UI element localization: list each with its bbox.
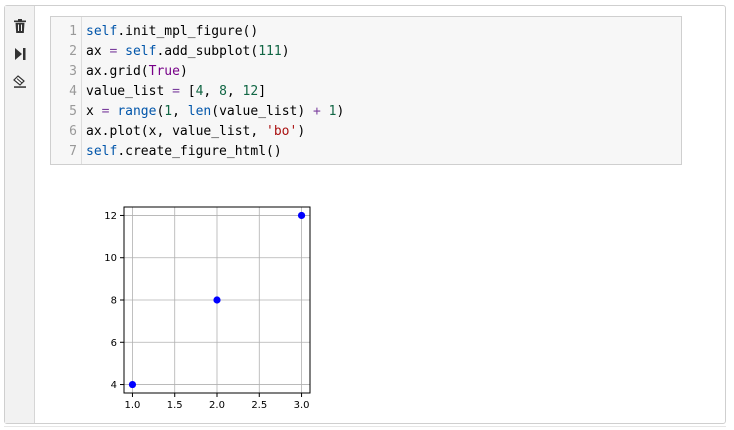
code-token: ) (297, 124, 306, 139)
code-token: len (187, 104, 212, 119)
code-text[interactable]: ax.plot(x, value_list, 'bo') (86, 122, 305, 142)
output-area: 1.0 1.5 2.0 2.5 3.0 4 6 8 10 12 (50, 184, 350, 414)
code-text[interactable]: ax = self.add_subplot(111) (86, 42, 290, 62)
code-token: ] (258, 84, 267, 99)
line-number: 7 (69, 144, 77, 159)
code-token: , (172, 104, 188, 119)
code-token: self (86, 24, 118, 39)
code-token: True (148, 64, 180, 79)
x-tick-label: 3.0 (294, 400, 310, 411)
data-point (297, 211, 306, 220)
code-line[interactable]: 2 ax = self.add_subplot(111) (51, 42, 681, 62)
code-token: + (313, 104, 321, 119)
y-tick-label: 10 (104, 253, 117, 264)
code-token: self (125, 44, 157, 59)
y-tick-label: 12 (104, 211, 117, 222)
code-token: 111 (258, 44, 282, 59)
data-point (213, 296, 221, 304)
code-token: x (86, 104, 102, 119)
code-line[interactable]: 7 self.create_figure_html() (51, 142, 681, 162)
notebook-cell[interactable]: 1 self.init_mpl_figure() 2 ax = self.add_su… (4, 5, 726, 424)
code-text[interactable]: x = range(1, len(value_list) + 1) (86, 102, 344, 122)
code-token: ) (336, 104, 345, 119)
code-token: [ (179, 84, 196, 99)
code-token: 12 (242, 84, 259, 99)
x-tick-label: 1.5 (167, 400, 183, 411)
code-token: (value_list) (211, 104, 313, 119)
run-icon[interactable] (12, 46, 28, 62)
code-token: .create_figure_html() (117, 144, 282, 159)
code-token: .init_mpl_figure() (117, 24, 259, 39)
code-token: value_list (86, 84, 173, 99)
code-token: , (226, 84, 243, 99)
code-token: .add_subplot( (156, 44, 259, 59)
code-token: ax.plot(x, value_list, (86, 124, 267, 139)
line-number: 6 (69, 124, 77, 139)
code-token: 'bo' (266, 124, 298, 139)
code-line[interactable]: 3 ax.grid(True) (51, 62, 681, 82)
line-number: 3 (69, 64, 77, 79)
code-token: 1 (164, 104, 173, 119)
y-tick-label: 4 (111, 380, 117, 391)
code-text[interactable]: self.create_figure_html() (86, 142, 282, 162)
line-number: 2 (69, 44, 77, 59)
x-tick-label: 2.0 (209, 400, 225, 411)
code-token: ax (86, 44, 110, 59)
code-token: = (172, 84, 180, 99)
cell-toolbar (5, 6, 35, 423)
code-token: 8 (219, 84, 227, 99)
eraser-icon[interactable] (12, 73, 28, 89)
code-text[interactable]: value_list = [4, 8, 12] (86, 82, 266, 102)
y-tick-label: 8 (111, 296, 117, 307)
x-tick-label: 2.5 (251, 400, 267, 411)
code-text[interactable]: ax.grid(True) (86, 62, 188, 82)
data-point (128, 380, 137, 389)
x-tick-label: 1.0 (125, 400, 141, 411)
trash-icon[interactable] (12, 18, 28, 34)
line-number: 1 (69, 24, 77, 39)
code-line[interactable]: 6 ax.plot(x, value_list, 'bo') (51, 122, 681, 142)
code-token: ) (179, 64, 188, 79)
line-number: 4 (69, 84, 77, 99)
cell-divider (4, 426, 726, 427)
code-line[interactable]: 4 value_list = [4, 8, 12] (51, 82, 681, 102)
scatter-chart: 1.0 1.5 2.0 2.5 3.0 4 6 8 10 12 (104, 206, 311, 411)
code-token: range (117, 104, 157, 119)
y-tick-label: 6 (111, 338, 117, 349)
code-editor[interactable]: 1 self.init_mpl_figure() 2 ax = self.add_su… (50, 16, 682, 165)
code-token: self (86, 144, 118, 159)
code-token: ) (281, 44, 290, 59)
code-line[interactable]: 5 x = range(1, len(value_list) + 1) (51, 102, 681, 122)
code-token: ax.grid( (86, 64, 149, 79)
code-token: , (203, 84, 220, 99)
code-text[interactable]: self.init_mpl_figure() (86, 22, 258, 42)
code-line[interactable]: 1 self.init_mpl_figure() (51, 22, 681, 42)
line-number: 5 (69, 104, 77, 119)
